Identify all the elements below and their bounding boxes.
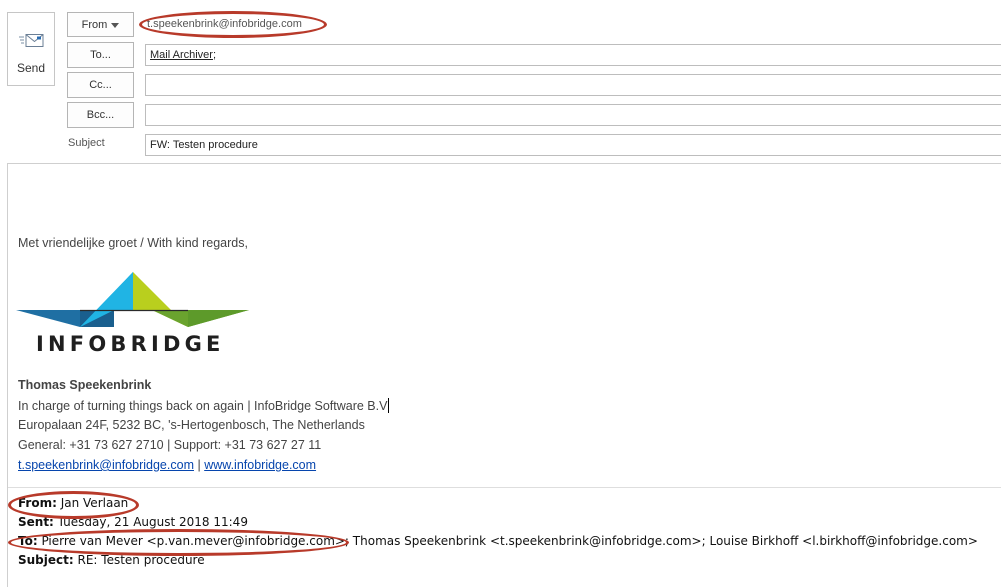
quoted-from-value: Jan Verlaan (56, 496, 129, 510)
to-separator: ; (212, 49, 217, 61)
text-cursor (388, 398, 390, 413)
quoted-to-value: Pierre van Mever <p.van.mever@infobridge… (37, 534, 978, 548)
quoted-from-label: From: (18, 496, 57, 510)
subject-field[interactable]: FW: Testen procedure (145, 134, 1001, 156)
quoted-sent-value: Tuesday, 21 August 2018 11:49 (53, 515, 248, 529)
from-address: t.speekenbrink@infobridge.com (147, 18, 302, 30)
to-button-label: To... (90, 49, 111, 61)
link-separator: | (193, 458, 205, 472)
quoted-subject-value: RE: Testen procedure (73, 553, 205, 567)
quoted-to-label: To: (18, 534, 38, 548)
compose-window: Send From t.speekenbrink@infobridge.com … (0, 0, 1001, 587)
to-field[interactable]: Mail Archiver; (145, 44, 1001, 66)
bcc-button-label: Bcc... (86, 109, 115, 121)
quoted-from: From: Jan Verlaan (18, 496, 128, 510)
to-recipient[interactable]: Mail Archiver (150, 49, 213, 61)
from-button-label: From (81, 18, 108, 31)
quoted-sent: Sent: Tuesday, 21 August 2018 11:49 (18, 515, 248, 529)
signature-website-link[interactable]: www.infobridge.com (204, 458, 316, 472)
send-label: Send (16, 61, 46, 75)
quoted-sent-label: Sent: (18, 515, 54, 529)
signature-role: In charge of turning things back on agai… (18, 398, 390, 413)
closing-line: Met vriendelijke groet / With kind regar… (18, 236, 248, 250)
cc-button[interactable]: Cc... (67, 72, 134, 98)
signature-address: Europalaan 24F, 5232 BC, 's-Hertogenbosc… (18, 418, 365, 432)
signature-role-text: In charge of turning things back on agai… (18, 399, 388, 413)
send-button[interactable]: Send (7, 12, 55, 86)
cc-button-label: Cc... (89, 79, 112, 91)
bcc-field[interactable] (145, 104, 1001, 126)
signature-name: Thomas Speekenbrink (18, 378, 152, 392)
signature-phones: General: +31 73 627 2710 | Support: +31 … (18, 438, 322, 452)
quoted-to: To: Pierre van Mever <p.van.mever@infobr… (18, 534, 978, 548)
send-envelope-icon (19, 33, 45, 56)
logo-wordmark: INFOBRIDGE (36, 332, 225, 356)
from-button[interactable]: From (67, 12, 134, 37)
quoted-subject-label: Subject: (18, 553, 74, 567)
quote-divider (8, 487, 1001, 488)
subject-value: FW: Testen procedure (150, 139, 258, 151)
chevron-down-icon (111, 23, 120, 28)
signature-email-link[interactable]: t.speekenbrink@infobridge.com (18, 458, 194, 472)
to-button[interactable]: To... (67, 42, 134, 68)
bcc-button[interactable]: Bcc... (67, 102, 134, 128)
cc-field[interactable] (145, 74, 1001, 96)
infobridge-logo-icon (16, 270, 252, 337)
quoted-subject: Subject: RE: Testen procedure (18, 553, 205, 567)
subject-label: Subject (68, 137, 105, 149)
signature-links: t.speekenbrink@infobridge.com | www.info… (18, 458, 316, 472)
